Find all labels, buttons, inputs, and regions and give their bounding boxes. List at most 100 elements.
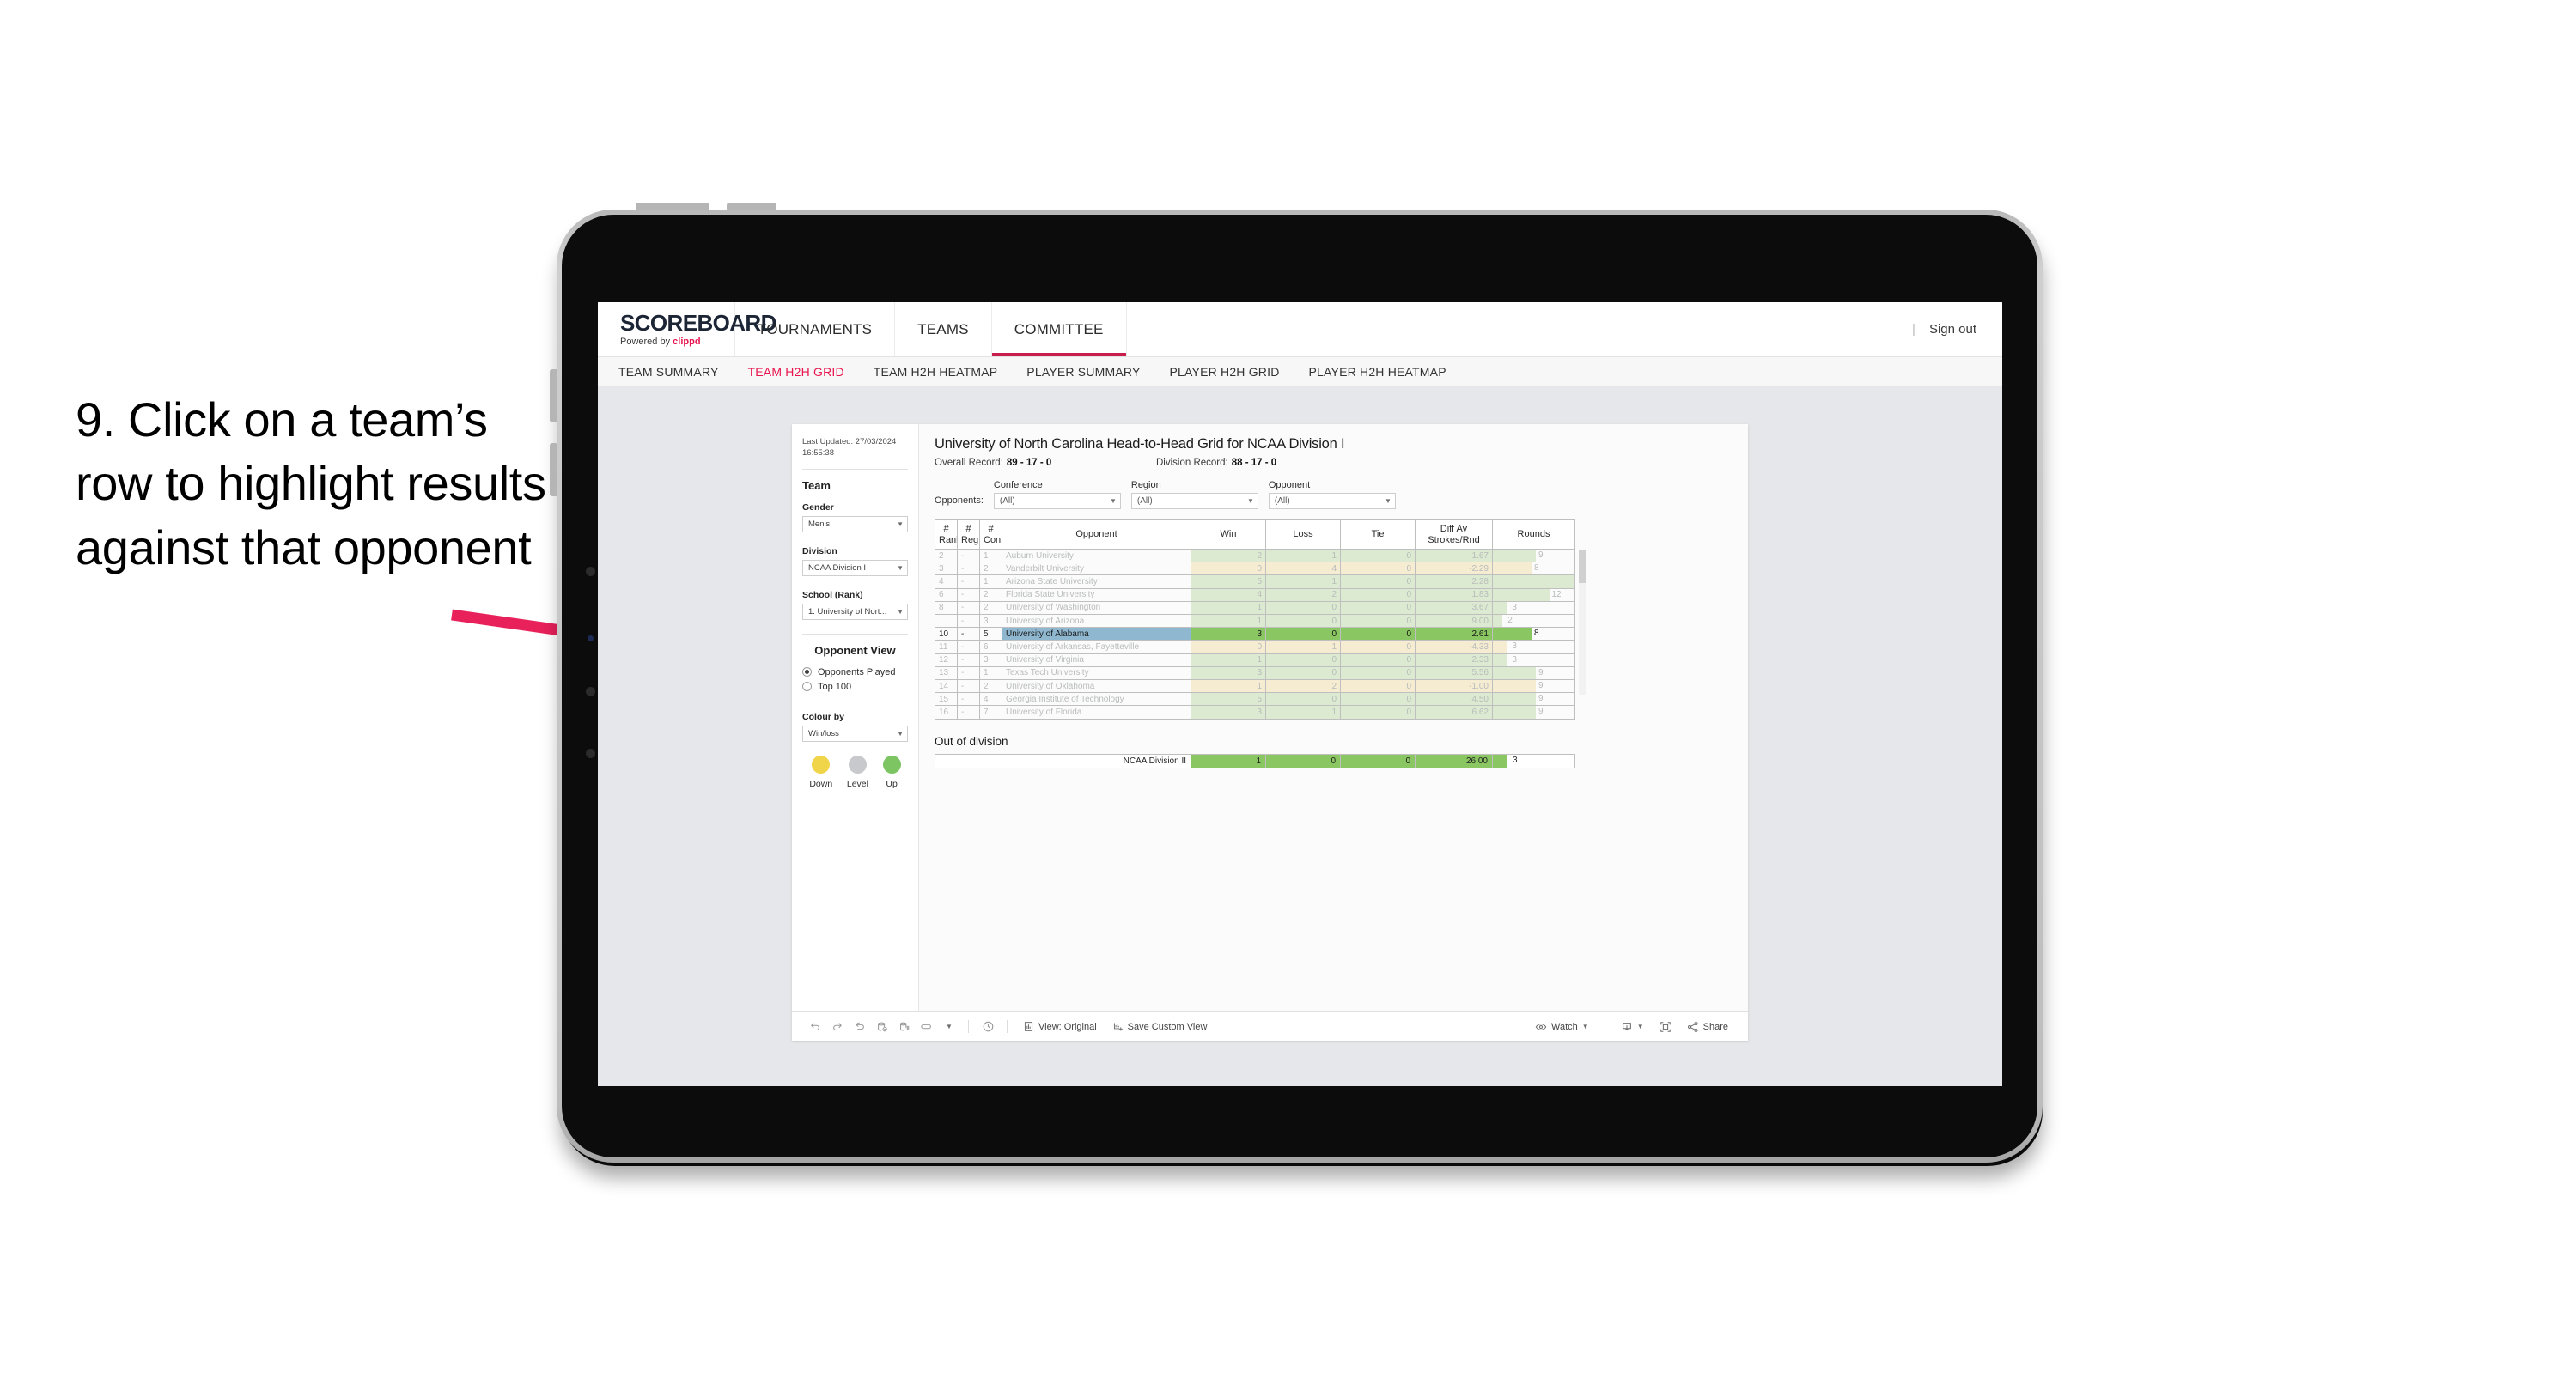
table-row[interactable]: 10-5 University of Alabama 3 0 0 2.61 8 [935,627,1575,641]
fullscreen-button[interactable] [1652,1021,1679,1033]
account-area: | Sign out [1912,302,2002,356]
rounds-bar [1493,667,1537,679]
cell-win: 1 [1191,679,1266,694]
watch-button[interactable]: Watch ▼ [1527,1021,1597,1033]
col-rounds[interactable]: Rounds [1492,519,1575,550]
rounds-bar [1493,602,1507,614]
cell-tie: 0 [1340,640,1416,654]
table-row[interactable]: 16-7 University of Florida 3 1 0 6.62 9 [935,705,1575,720]
revert-icon[interactable] [849,1017,871,1036]
col-reg[interactable]: # Reg [957,519,980,550]
cell-loss: 2 [1265,679,1341,694]
colour-by-select[interactable]: Win/loss ▼ [802,725,908,742]
cell-rank: 4 [935,574,958,589]
table-row[interactable]: 3-2 Vanderbilt University 0 4 0 -2.29 8 [935,562,1575,576]
tablet-mic-dot [586,687,595,696]
rounds-value: 9 [1538,707,1544,717]
table-row[interactable]: 11-6 University of Arkansas, Fayetteville… [935,640,1575,654]
out-of-division-row[interactable]: NCAA Division II 1 0 0 26.00 3 [935,753,1575,768]
cell-reg: - [957,587,980,602]
topnav-committee[interactable]: COMMITTEE [991,302,1127,356]
cell-opponent: Texas Tech University [1002,665,1191,681]
workbook-content: Last Updated: 27/03/2024 16:55:38 Team G… [792,424,1748,1011]
division-record-value: 88 - 17 - 0 [1231,458,1277,468]
app-logo[interactable]: SCOREBOARD Powered by clippd [598,302,776,356]
col-rank[interactable]: #Rank [935,519,958,550]
filter-conference: Conference (All) ▼ [993,480,1121,509]
chevron-down-icon: ▼ [897,729,904,738]
cell-reg: - [957,627,980,641]
grid-scroll-thumb[interactable] [1579,550,1586,583]
radio-icon-selected [802,667,812,677]
ood-rounds: 3 [1492,753,1575,768]
view-original-button[interactable]: View: Original [1015,1021,1105,1032]
cell-tie: 0 [1340,653,1416,667]
cell-conf: 2 [979,600,1002,616]
table-row[interactable]: 4-1Arizona State University5102.2817 [935,574,1575,589]
col-win[interactable]: Win [1191,519,1266,550]
table-row[interactable]: -3 University of Arizona 1 0 0 9.00 2 [935,614,1575,629]
legend-dot-up [882,755,901,774]
grid-vertical-scrollbar[interactable] [1579,550,1586,695]
filter-opponent-select[interactable]: (All) ▼ [1268,493,1396,509]
table-row[interactable]: 14-2 University of Oklahoma 1 2 0 -1.00 9 [935,679,1575,694]
rounds-bar [1493,680,1537,692]
cell-rounds: 3 [1492,640,1575,654]
colour-by-value: Win/loss [808,728,839,738]
subnav-team-h2h-grid[interactable]: TEAM H2H GRID [748,365,844,379]
gender-select[interactable]: Men’s ▼ [802,515,908,532]
table-row[interactable]: 6-2 Florida State University 4 2 0 1.83 12 [935,587,1575,602]
table-row[interactable]: 2-1 Auburn University 2 1 0 1.67 9 [935,548,1575,563]
cell-loss: 1 [1265,705,1341,720]
colour-by-label: Colour by [802,711,844,722]
topnav-tournaments[interactable]: TOURNAMENTS [735,302,896,356]
filter-region-select[interactable]: (All) ▼ [1130,493,1258,509]
refresh-icon[interactable] [871,1017,893,1036]
tablet-screen: SCOREBOARD Powered by clippd TOURNAMENTS… [598,302,2002,1086]
cell-diff: 1.83 [1415,587,1493,602]
filter-conference-select[interactable]: (All) ▼ [993,493,1121,509]
division-select[interactable]: NCAA Division I ▼ [802,559,908,576]
col-opponent[interactable]: Opponent [1002,519,1191,550]
rounds-bar [1493,628,1532,640]
sign-out-link[interactable]: Sign out [1929,322,1976,337]
subnav-player-summary[interactable]: PLAYER SUMMARY [1026,365,1140,379]
pause-auto-update-icon[interactable] [977,1017,999,1036]
topnav-teams[interactable]: TEAMS [895,302,992,356]
cell-loss: 0 [1265,614,1341,629]
share-button[interactable]: Share [1679,1021,1736,1033]
sidebar-divider-2 [802,633,908,635]
subnav-team-h2h-heatmap[interactable]: TEAM H2H HEATMAP [874,365,998,379]
radio-top-100[interactable]: Top 100 [802,682,908,692]
ood-label: NCAA Division II [935,753,1191,768]
undo-icon[interactable] [804,1017,826,1036]
table-row[interactable]: 15-4 Georgia Institute of Technology 5 0 0 4.… [935,692,1575,707]
cell-win: 2 [1191,548,1266,563]
radio-opponents-played[interactable]: Opponents Played [802,667,908,677]
redo-icon[interactable] [826,1017,849,1036]
school-select[interactable]: 1. University of Nort... ▼ [802,603,908,620]
cell-loss: 0 [1265,653,1341,667]
col-loss[interactable]: Loss [1265,519,1341,550]
subnav-player-h2h-heatmap[interactable]: PLAYER H2H HEATMAP [1309,365,1446,379]
cell-rounds: 3 [1492,653,1575,667]
filter-region-label: Region [1130,480,1161,490]
subnav-player-h2h-grid[interactable]: PLAYER H2H GRID [1170,365,1280,379]
download-button[interactable]: ▼ [1613,1021,1652,1033]
cell-rank: 10 [935,627,958,641]
legend-dot-down [812,755,831,774]
tablet-camera-dot [586,567,595,576]
save-custom-view-button[interactable]: Save Custom View [1105,1021,1215,1032]
col-tie[interactable]: Tie [1340,519,1416,550]
cell-loss: 0 [1265,600,1341,616]
pause-icon[interactable] [893,1017,916,1036]
subnav-team-summary[interactable]: TEAM SUMMARY [618,365,719,379]
overall-record: Overall Record: 89 - 17 - 0 [935,458,1156,468]
table-row[interactable]: 12-3 University of Virginia 1 0 0 2.33 3 [935,653,1575,667]
chevron-down-icon[interactable]: ▼ [938,1017,960,1036]
table-row[interactable]: 13-1 Texas Tech University 3 0 0 5.56 9 [935,665,1575,681]
col-diff-av-strokes[interactable]: Diff Av Strokes/Rnd [1415,519,1493,550]
table-row[interactable]: 8-2 University of Washington 1 0 0 3.67 3 [935,600,1575,616]
col-conf[interactable]: # Conf [979,519,1002,550]
swap-icon[interactable] [916,1017,938,1036]
